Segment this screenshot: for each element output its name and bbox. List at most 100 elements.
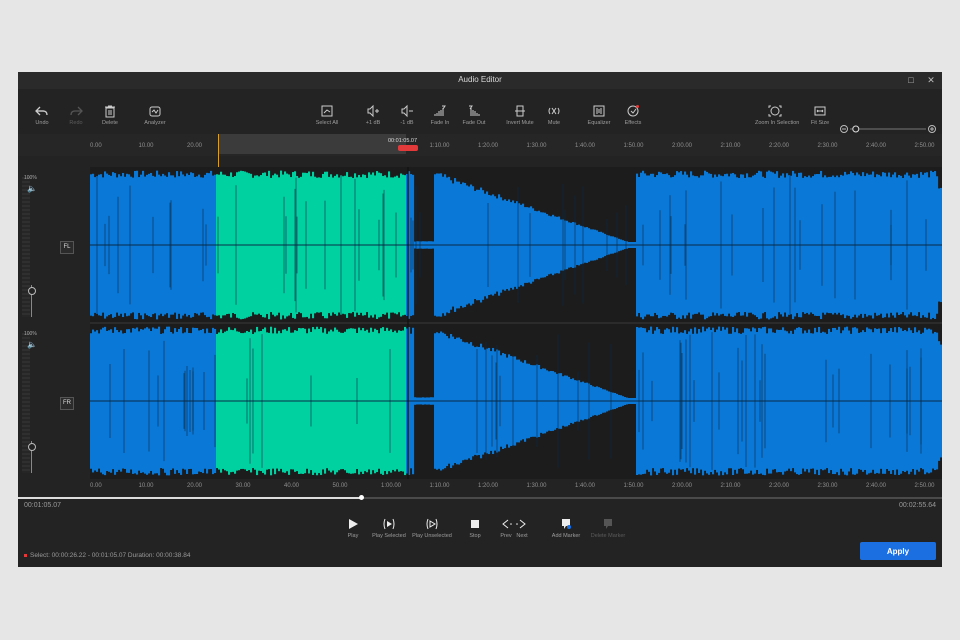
timeline-progress-knob[interactable] xyxy=(358,495,364,500)
ruler-bottom-tick: 1:50.00 xyxy=(623,483,644,489)
speaker-minus-icon xyxy=(401,104,413,118)
level-meter-fr xyxy=(22,333,30,473)
redo-icon xyxy=(70,106,83,116)
chevron-left-icon xyxy=(502,519,512,529)
fade-out-button[interactable]: Fade Out xyxy=(454,104,494,126)
analyzer-icon xyxy=(149,106,161,117)
ruler-top-tick: 1:10.00 xyxy=(429,143,450,149)
mute-button[interactable]: Mute xyxy=(534,104,574,126)
ruler-top-tick: 10.00 xyxy=(138,143,154,149)
ruler-top-tick: 0.00 xyxy=(90,143,102,149)
play-selected-icon xyxy=(383,518,395,530)
ruler-bottom-tick: 40.00 xyxy=(284,483,300,489)
apply-button[interactable]: Apply xyxy=(860,542,936,560)
equalizer-icon xyxy=(593,105,605,117)
select-all-icon xyxy=(321,105,333,117)
ruler-bottom-tick: 2:30.00 xyxy=(817,483,838,489)
zoom-slider-knob[interactable] xyxy=(852,125,860,133)
timeline-progress-fill xyxy=(18,497,361,499)
title-bar: Audio Editor □ ✕ xyxy=(18,72,942,89)
restore-icon[interactable]: □ xyxy=(906,75,916,85)
ruler-bottom-tick: 1:10.00 xyxy=(429,483,450,489)
ruler-top-tick: 2:00.00 xyxy=(672,143,693,149)
ruler-bottom-tick: 1:30.00 xyxy=(526,483,547,489)
time-ruler-top[interactable]: 0.0010.0020.0030.0040.0050.001:00.001:10… xyxy=(18,134,942,156)
ruler-bottom-tick: 30.00 xyxy=(235,483,251,489)
ruler-top-tick: 2:40.00 xyxy=(866,143,887,149)
channel-fl-volume-knob[interactable] xyxy=(28,287,36,295)
toolbar: Undo Redo Delete Analyzer Select All +1 … xyxy=(18,89,942,134)
next-button[interactable]: Next xyxy=(512,518,532,539)
speaker-icon[interactable]: 🔈 xyxy=(27,340,37,349)
ruler-bottom-tick: 2:20.00 xyxy=(769,483,790,489)
ruler-bottom-tick: 10.00 xyxy=(138,483,154,489)
play-selected-button[interactable]: Play Selected xyxy=(368,518,410,539)
add-marker-button[interactable]: Add Marker xyxy=(544,518,588,539)
mute-icon xyxy=(548,107,560,115)
ruler-bottom-tick: 1:00.00 xyxy=(381,483,402,489)
ruler-bottom-tick: 2:40.00 xyxy=(866,483,887,489)
fit-size-icon xyxy=(814,106,826,116)
select-all-button[interactable]: Select All xyxy=(307,104,347,126)
ruler-top-tick: 2:30.00 xyxy=(817,143,838,149)
ruler-top-tick: 1:50.00 xyxy=(623,143,644,149)
ruler-top-tick: 2:10.00 xyxy=(720,143,741,149)
channel-panel: 100% 🔈 FL 100% 🔈 FR xyxy=(18,167,90,479)
ruler-top-tick: 2:50.00 xyxy=(914,143,935,149)
zoom-out-icon[interactable] xyxy=(840,125,848,133)
ruler-bottom-tick: 50.00 xyxy=(332,483,348,489)
channel-fr-label: FR xyxy=(60,397,74,410)
selection-start-marker[interactable] xyxy=(218,134,219,167)
invert-mute-icon xyxy=(515,105,525,117)
close-icon[interactable]: ✕ xyxy=(926,75,936,85)
playhead-time-label: 00:01:05.07 xyxy=(388,138,418,144)
delete-marker-button[interactable]: Delete Marker xyxy=(586,518,630,539)
ruler-bottom-tick: 1:20.00 xyxy=(478,483,499,489)
fade-out-icon xyxy=(469,105,480,116)
ruler-bottom-tick: 0.00 xyxy=(90,483,102,489)
speaker-icon[interactable]: 🔈 xyxy=(27,184,37,193)
ruler-top-tick: 20.00 xyxy=(187,143,203,149)
fit-size-button[interactable]: Fit Size xyxy=(800,104,840,126)
zoom-in-selection-button[interactable]: Zoom In Selection xyxy=(755,104,799,126)
current-time: 00:01:05.07 xyxy=(24,502,61,509)
ruler-bottom-tick: 2:10.00 xyxy=(720,483,741,489)
zoom-control xyxy=(840,122,940,134)
selection-range-ruler[interactable] xyxy=(218,134,406,154)
zoom-in-icon[interactable] xyxy=(928,125,936,133)
waveform-view[interactable] xyxy=(90,167,942,479)
channel-fl-label: FL xyxy=(60,241,74,254)
selection-status: Select: 00:00:26.22 - 00:01:05.07 Durati… xyxy=(24,552,190,559)
timeline-progress[interactable] xyxy=(18,495,942,500)
ruler-bottom-tick: 20.00 xyxy=(187,483,203,489)
ruler-bottom-tick: 2:00.00 xyxy=(672,483,693,489)
play-unselected-icon xyxy=(426,518,438,530)
delete-button[interactable]: Delete xyxy=(90,104,130,126)
stop-button[interactable]: Stop xyxy=(458,518,492,539)
undo-icon xyxy=(35,106,48,116)
ruler-bottom-tick: 1:40.00 xyxy=(575,483,596,489)
ruler-top-tick: 1:40.00 xyxy=(575,143,596,149)
effects-button[interactable]: Effects xyxy=(613,104,653,126)
play-button[interactable]: Play xyxy=(336,518,370,539)
speaker-plus-icon xyxy=(367,104,379,118)
channel-fr-volume-knob[interactable] xyxy=(28,443,36,451)
status-dot xyxy=(24,553,27,557)
ruler-top-tick: 1:30.00 xyxy=(526,143,547,149)
channel-fl-volume: 100% xyxy=(24,175,37,181)
total-time: 00:02:55.64 xyxy=(899,502,936,509)
window-title: Audio Editor xyxy=(458,75,502,84)
delete-marker-icon xyxy=(604,519,612,529)
trash-icon xyxy=(105,105,115,118)
channel-fr-volume: 100% xyxy=(24,331,37,337)
audio-editor-window: Audio Editor □ ✕ Undo Redo Delete Analyz… xyxy=(18,72,942,567)
play-unselected-button[interactable]: Play Unselected xyxy=(410,518,454,539)
play-icon xyxy=(349,519,358,529)
level-meter-fl xyxy=(22,177,30,317)
time-ruler-bottom[interactable]: 0.00 10.00 20.00 30.00 40.00 50.00 1:00.00 1:10… xyxy=(18,481,942,493)
zoom-selection-icon xyxy=(768,105,782,117)
stop-icon xyxy=(471,520,479,528)
analyzer-button[interactable]: Analyzer xyxy=(135,104,175,126)
playhead-handle[interactable] xyxy=(398,145,418,151)
ruler-top-tick: 1:20.00 xyxy=(478,143,499,149)
